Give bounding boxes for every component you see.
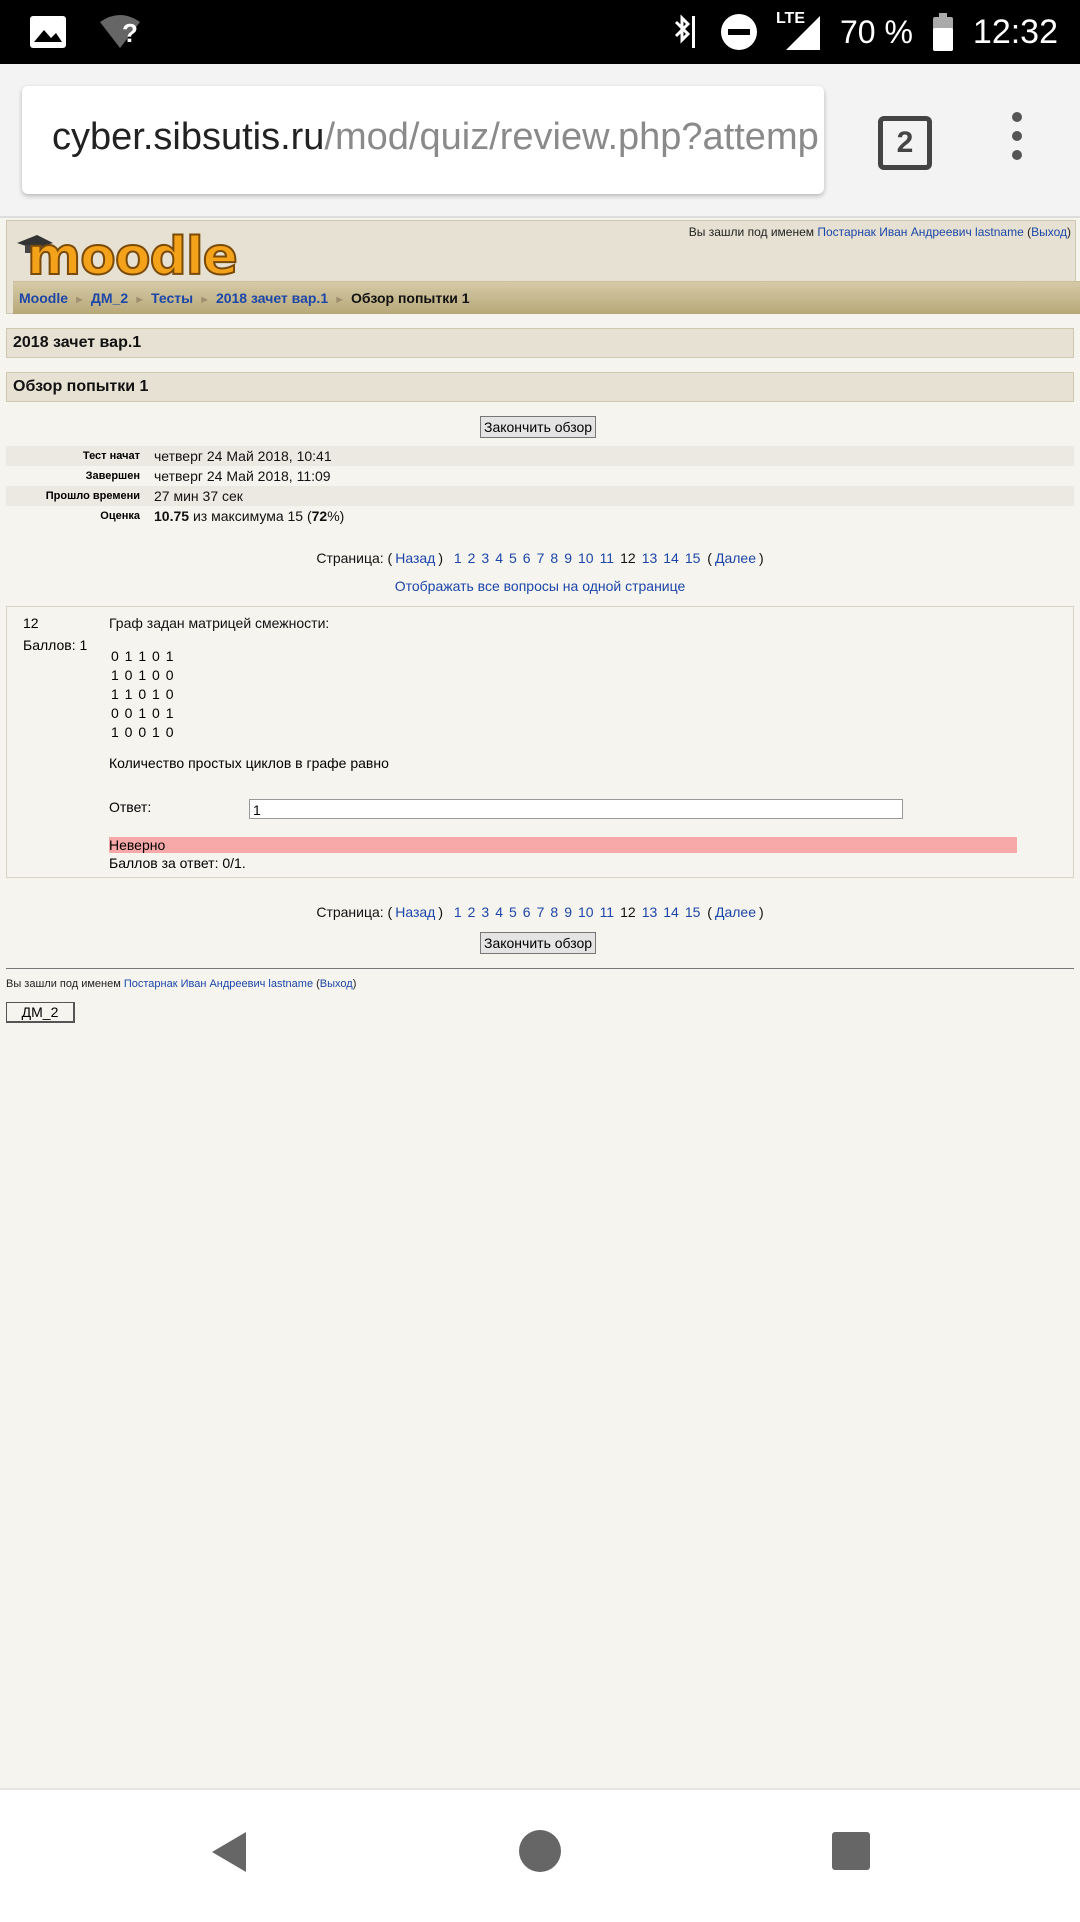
summary-row: Тест начат четверг 24 Май 2018, 10:41 bbox=[6, 446, 1074, 466]
page-link[interactable]: 4 bbox=[495, 550, 503, 566]
question-prompt: Количество простых циклов в графе равно bbox=[109, 755, 389, 771]
battery-percent: 70 % bbox=[839, 13, 913, 50]
page-link[interactable]: 6 bbox=[523, 904, 531, 920]
address-bar[interactable]: cyber.sibsutis.ru/mod/quiz/review.php?at… bbox=[22, 86, 824, 194]
page-link[interactable]: 1 bbox=[454, 550, 462, 566]
page-link[interactable]: 1 bbox=[454, 904, 462, 920]
site-header: moodle Вы зашли под именем Постарнак Ива… bbox=[6, 220, 1080, 314]
page-link[interactable]: 13 bbox=[642, 550, 658, 566]
page-link[interactable]: 9 bbox=[564, 904, 572, 920]
page-link[interactable]: 15 bbox=[685, 904, 701, 920]
page-link[interactable]: 8 bbox=[550, 904, 558, 920]
logout-link[interactable]: Выход bbox=[1031, 225, 1067, 239]
battery-icon bbox=[932, 13, 953, 51]
page-link[interactable]: 15 bbox=[685, 550, 701, 566]
feedback-incorrect: Неверно bbox=[109, 837, 1017, 853]
home-icon[interactable] bbox=[519, 1830, 561, 1872]
answer-grade: Баллов за ответ: 0/1. bbox=[109, 855, 246, 871]
attempt-summary-table: Тест начат четверг 24 Май 2018, 10:41 Зав… bbox=[6, 446, 1074, 526]
breadcrumb: Moodle ► ДМ_2 ► Тесты ► 2018 зачет вар.1 ► Обзор… bbox=[13, 281, 1080, 314]
page-link[interactable]: 7 bbox=[537, 550, 545, 566]
grade-value: 10.75 bbox=[154, 508, 190, 524]
pager-next-link[interactable]: Далее bbox=[715, 550, 756, 566]
question-block: 12 Баллов: 1 Граф задан матрицей смежнос… bbox=[6, 606, 1074, 878]
finish-review-button-bottom[interactable]: Закончить обзор bbox=[480, 932, 597, 954]
matrix-row: 0 0 1 0 1 bbox=[111, 705, 175, 721]
question-number: 12 bbox=[23, 615, 39, 631]
breadcrumb-moodle[interactable]: Moodle bbox=[19, 290, 68, 306]
do-not-disturb-icon bbox=[720, 14, 757, 50]
summary-row: Прошло времени 27 мин 37 сек bbox=[6, 486, 1074, 506]
page-link[interactable]: 10 bbox=[578, 550, 594, 566]
page-link[interactable]: 13 bbox=[642, 904, 658, 920]
current-page: 12 bbox=[620, 550, 636, 566]
answer-label: Ответ: bbox=[109, 799, 152, 815]
pager-prev-link[interactable]: Назад bbox=[395, 904, 435, 920]
show-all-questions-link[interactable]: Отображать все вопросы на одной странице bbox=[395, 578, 686, 594]
pager-next-link[interactable]: Далее bbox=[715, 904, 756, 920]
signal-icon: LTE bbox=[776, 10, 822, 52]
page-link[interactable]: 11 bbox=[600, 904, 615, 920]
browser-toolbar: cyber.sibsutis.ru/mod/quiz/review.php?at… bbox=[0, 64, 1080, 218]
bluetooth-icon bbox=[674, 14, 695, 48]
page-link[interactable]: 2 bbox=[468, 904, 476, 920]
gallery-icon bbox=[30, 16, 66, 48]
url-path: /mod/quiz/review.php?attemp bbox=[324, 116, 819, 158]
page-link[interactable]: 6 bbox=[523, 550, 531, 566]
matrix-row: 0 1 1 0 1 bbox=[111, 648, 175, 664]
page-link[interactable]: 10 bbox=[578, 904, 594, 920]
question-text: Граф задан матрицей смежности: bbox=[109, 615, 330, 631]
overflow-menu-icon[interactable] bbox=[1012, 112, 1024, 169]
matrix-row: 1 0 1 0 0 bbox=[111, 667, 175, 683]
breadcrumb-tests[interactable]: Тесты bbox=[151, 290, 193, 306]
attempt-title: Обзор попытки 1 bbox=[6, 372, 1074, 402]
page-link[interactable]: 3 bbox=[481, 550, 489, 566]
page-link[interactable]: 7 bbox=[537, 904, 545, 920]
footer-logout-link[interactable]: Выход bbox=[320, 978, 353, 990]
page-link[interactable]: 2 bbox=[468, 550, 476, 566]
wifi-icon: ? bbox=[96, 14, 144, 50]
pager-bottom: Страница: (Назад) 1 2 3 4 5 6 7 8 9 10 11 12 13 14 15 … bbox=[316, 904, 764, 920]
footer-divider bbox=[6, 968, 1074, 969]
recent-apps-icon[interactable] bbox=[832, 1832, 870, 1870]
url-domain: cyber.sibsutis.ru bbox=[52, 116, 325, 158]
page-link[interactable]: 5 bbox=[509, 550, 517, 566]
finish-review-button[interactable]: Закончить обзор bbox=[480, 416, 597, 438]
summary-row: Оценка 10.75 из максимума 15 (72%) bbox=[100, 508, 345, 524]
page-content: moodle Вы зашли под именем Постарнак Ива… bbox=[0, 218, 1080, 1788]
breadcrumb-current: Обзор попытки 1 bbox=[351, 290, 470, 306]
clock: 12:32 bbox=[972, 12, 1058, 51]
grade-percent: 72 bbox=[311, 508, 328, 524]
system-navigation-bar bbox=[0, 1788, 1080, 1922]
summary-row: Завершен четверг 24 Май 2018, 11:09 bbox=[85, 468, 331, 484]
page-link[interactable]: 9 bbox=[564, 550, 572, 566]
quiz-title: 2018 зачет вар.1 bbox=[6, 328, 1074, 358]
user-profile-link[interactable]: Постарнак Иван Андреевич lastname bbox=[817, 225, 1023, 239]
question-marks: Баллов: 1 bbox=[23, 637, 88, 653]
back-icon[interactable] bbox=[212, 1832, 246, 1872]
matrix-row: 1 1 0 1 0 bbox=[111, 686, 175, 702]
login-info: Вы зашли под именем Постарнак Иван Андре… bbox=[688, 225, 1071, 239]
pager-top: Страница: (Назад) 1 2 3 4 5 6 7 8 9 10 11 12 13 14 15 … bbox=[316, 550, 764, 566]
page-link[interactable]: 3 bbox=[481, 904, 489, 920]
breadcrumb-course[interactable]: ДМ_2 bbox=[91, 290, 128, 306]
page-link[interactable]: 11 bbox=[600, 550, 615, 566]
adjacency-matrix: 0 1 1 0 1 1 0 1 0 0 1 1 0 1 0 0 0 1 0 1 … bbox=[111, 647, 175, 742]
page-link[interactable]: 8 bbox=[550, 550, 558, 566]
status-bar: ? LTE 70 % 12:32 bbox=[0, 0, 1080, 64]
footer-login-info: Вы зашли под именем Постарнак Иван Андре… bbox=[6, 978, 357, 990]
course-button[interactable]: ДМ_2 bbox=[6, 1002, 75, 1023]
answer-input[interactable]: 1 bbox=[249, 799, 903, 819]
pager-prev-link[interactable]: Назад bbox=[395, 550, 435, 566]
breadcrumb-quiz[interactable]: 2018 зачет вар.1 bbox=[216, 290, 328, 306]
matrix-row: 1 0 0 1 0 bbox=[111, 724, 175, 740]
page-link[interactable]: 14 bbox=[663, 904, 679, 920]
footer-user-link[interactable]: Постарнак Иван Андреевич lastname bbox=[124, 978, 313, 990]
page-link[interactable]: 5 bbox=[509, 904, 517, 920]
page-link[interactable]: 4 bbox=[495, 904, 503, 920]
page-link[interactable]: 14 bbox=[663, 550, 679, 566]
current-page: 12 bbox=[620, 904, 636, 920]
tab-switcher-button[interactable]: 2 bbox=[878, 116, 932, 170]
